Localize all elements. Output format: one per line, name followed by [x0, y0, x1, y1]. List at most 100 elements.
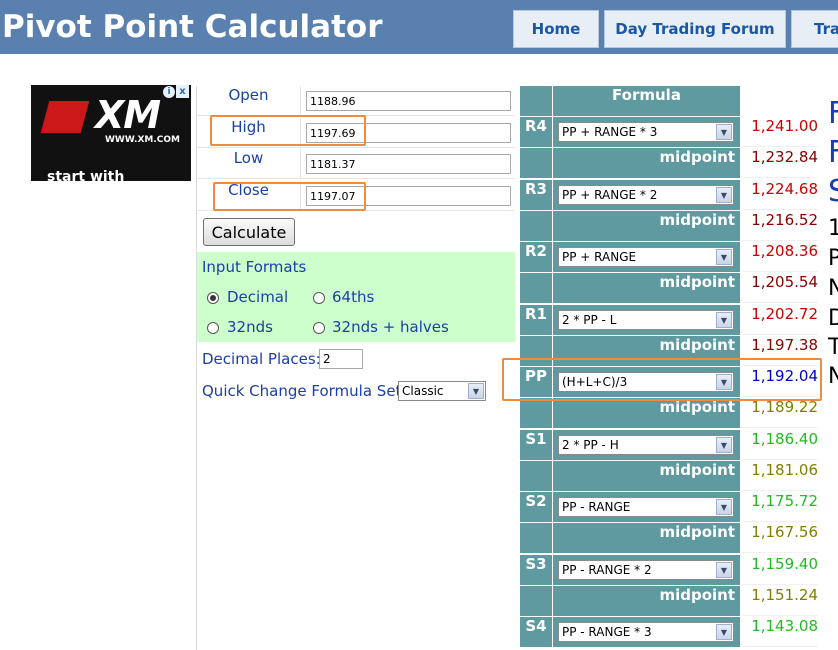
page-title: Pivot Point Calculator — [2, 9, 383, 45]
ad-brand: XM — [95, 93, 161, 137]
chevron-down-icon: ▼ — [716, 249, 732, 265]
radio-32nds-halves[interactable] — [313, 322, 325, 334]
radio-decimal-label[interactable]: Decimal — [227, 288, 288, 306]
level-label — [520, 523, 552, 554]
level-label: S4 — [520, 617, 552, 647]
level-label: R1 — [520, 304, 552, 335]
midpoint-cell: midpoint — [553, 523, 740, 554]
radio-32nds-label[interactable]: 32nds — [227, 318, 273, 336]
header-bar: Pivot Point Calculator Home Day Trading … — [0, 0, 838, 54]
result-value: 1,175.72 — [742, 492, 818, 522]
midpoint-label: midpoint — [659, 523, 735, 542]
formula-cell: 2 * PP - L ▼ — [553, 304, 740, 335]
radio-64ths-label[interactable]: 64ths — [332, 288, 374, 306]
close-icon[interactable]: x — [176, 85, 189, 98]
radio-64ths[interactable] — [313, 292, 325, 304]
decimal-places-input[interactable] — [319, 349, 363, 369]
level-label — [520, 273, 552, 304]
level-row-s4: S4 PP - RANGE * 3 ▼ 1,143.08 — [520, 617, 820, 648]
formula-cell: PP + RANGE ▼ — [553, 242, 740, 272]
right-text-line: T — [828, 335, 838, 360]
formula-select-s2[interactable]: PP - RANGE ▼ — [558, 497, 734, 517]
open-label: Open — [197, 86, 301, 116]
calculate-button[interactable]: Calculate — [203, 218, 295, 246]
formula-cell: PP - RANGE * 2 ▼ — [553, 554, 740, 585]
level-row-r2: R2 PP + RANGE ▼ 1,208.36 — [520, 242, 820, 273]
result-value: 1,208.36 — [742, 242, 818, 272]
nav-tab-day-trading-forum[interactable]: Day Trading Forum — [604, 10, 786, 48]
midpoint-cell: midpoint — [553, 460, 740, 491]
low-input[interactable] — [306, 154, 511, 174]
level-row-r3: R3 PP + RANGE * 2 ▼ 1,224.68 — [520, 179, 820, 211]
xm-bull-logo — [40, 101, 90, 133]
formula-select-r1[interactable]: 2 * PP - L ▼ — [558, 309, 734, 330]
advertisement[interactable]: XM WWW.XM.COM start with i x — [31, 85, 191, 181]
level-label: S1 — [520, 429, 552, 460]
chevron-down-icon: ▼ — [716, 436, 732, 453]
formula-value: PP + RANGE — [562, 250, 637, 264]
level-row-s3: S3 PP - RANGE * 2 ▼ 1,159.40 — [520, 554, 820, 586]
level-label — [520, 210, 552, 241]
midpoint-cell: midpoint — [553, 148, 740, 179]
midpoint-label: midpoint — [659, 460, 735, 479]
result-value: 1,151.24 — [742, 586, 818, 616]
right-text-line: 1 — [828, 216, 838, 241]
midpoint-label: midpoint — [659, 585, 735, 604]
chevron-down-icon: ▼ — [716, 186, 732, 203]
level-row-r1: R1 2 * PP - L ▼ 1,202.72 — [520, 304, 820, 336]
right-text-line: N — [828, 276, 838, 301]
formula-value: PP - RANGE * 2 — [562, 562, 652, 577]
nav-tab-trading[interactable]: Trac — [791, 10, 838, 48]
midpoint-cell: midpoint — [553, 273, 740, 304]
formula-select-s1[interactable]: 2 * PP - H ▼ — [558, 434, 734, 455]
formula-value: PP - RANGE * 3 — [562, 625, 652, 639]
midpoint-label: midpoint — [659, 335, 735, 354]
formula-cell: PP - RANGE ▼ — [553, 492, 740, 522]
formula-select-r3[interactable]: PP + RANGE * 2 ▼ — [558, 184, 734, 205]
level-label: S3 — [520, 554, 552, 585]
level-label — [520, 398, 552, 429]
result-value: 1,143.08 — [742, 617, 818, 647]
level-row-s2: S2 PP - RANGE ▼ 1,175.72 — [520, 492, 820, 523]
level-label: R3 — [520, 179, 552, 210]
info-icon[interactable]: i — [163, 86, 175, 98]
radio-32nds[interactable] — [207, 322, 219, 334]
input-formats-box: Input Formats Decimal 64ths 32nds 32nds … — [197, 252, 515, 342]
chevron-down-icon: ▼ — [716, 624, 732, 640]
level-label: S2 — [520, 492, 552, 522]
formula-select-r2[interactable]: PP + RANGE ▼ — [558, 247, 734, 267]
level-label — [520, 148, 552, 179]
result-value: 1,181.06 — [742, 461, 818, 491]
low-label: Low — [197, 149, 301, 179]
midpoint-row: midpoint 1,167.56 — [520, 523, 820, 554]
high-highlight — [210, 115, 366, 146]
midpoint-row: midpoint 1,181.06 — [520, 460, 820, 492]
radio-32nds-halves-label[interactable]: 32nds + halves — [332, 318, 449, 336]
formula-select-r4[interactable]: PP + RANGE * 3 ▼ — [558, 122, 734, 142]
open-row: Open — [197, 86, 515, 116]
level-label — [520, 460, 552, 491]
midpoint-row: midpoint 1,216.52 — [520, 210, 820, 242]
formula-value: PP - RANGE — [562, 500, 631, 514]
quick-change-value: Classic — [402, 384, 444, 398]
ad-caption: start with — [47, 169, 125, 181]
radio-decimal[interactable] — [207, 292, 219, 304]
level-label: R2 — [520, 242, 552, 272]
formula-value: PP + RANGE * 2 — [562, 187, 658, 202]
formula-cell: PP + RANGE * 3 ▼ — [553, 117, 740, 147]
right-text-line: P — [828, 246, 838, 271]
quick-change-select[interactable]: Classic ▼ — [398, 381, 486, 401]
formula-select-s3[interactable]: PP - RANGE * 2 ▼ — [558, 559, 734, 580]
midpoint-row: midpoint 1,205.54 — [520, 273, 820, 304]
open-input[interactable] — [306, 91, 511, 111]
formula-cell: PP - RANGE * 3 ▼ — [553, 617, 740, 647]
formula-select-s4[interactable]: PP - RANGE * 3 ▼ — [558, 622, 734, 642]
nav-tab-home[interactable]: Home — [513, 10, 599, 48]
level-row-s1: S1 2 * PP - H ▼ 1,186.40 — [520, 429, 820, 461]
formula-value: 2 * PP - H — [562, 437, 619, 452]
results-header-corner — [520, 86, 552, 116]
midpoint-row: midpoint 1,232.84 — [520, 148, 820, 179]
ad-url: WWW.XM.COM — [105, 135, 180, 145]
midpoint-cell: midpoint — [553, 398, 740, 429]
right-text-line: N — [828, 364, 838, 389]
